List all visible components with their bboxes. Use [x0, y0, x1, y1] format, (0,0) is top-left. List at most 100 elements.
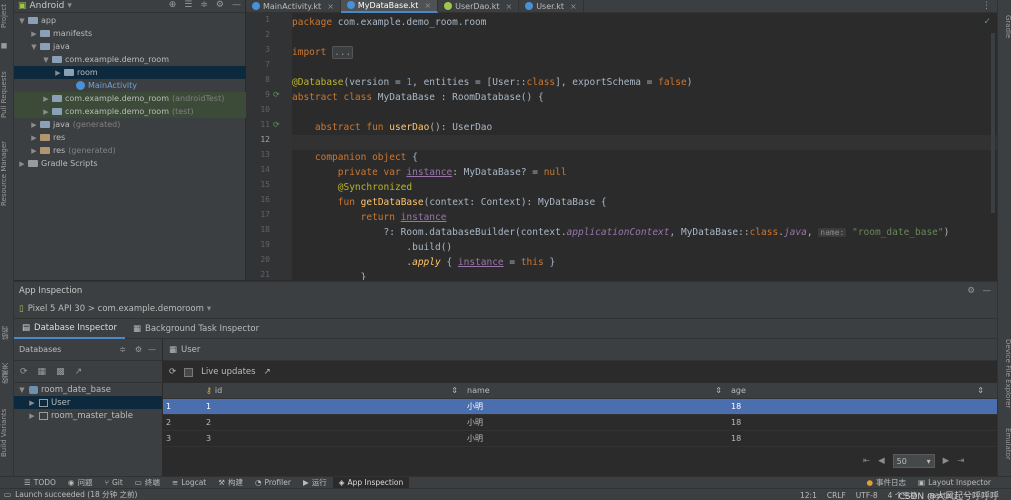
- tool-event-log[interactable]: ● 事件日志: [860, 477, 912, 489]
- minimize-icon[interactable]: —: [232, 0, 241, 13]
- table-row[interactable]: 2 2 小明 18: [163, 415, 997, 431]
- tab-mydatabase[interactable]: MyDataBase.kt ×: [340, 0, 439, 13]
- tool-terminal[interactable]: ▭ 终端: [129, 477, 166, 489]
- gear-icon[interactable]: ⚙: [967, 286, 975, 296]
- locate-icon[interactable]: ⊕: [169, 0, 177, 13]
- table-cell[interactable]: 18: [728, 402, 990, 411]
- tree-item[interactable]: ▶ com.example.demo_room (test): [14, 105, 246, 118]
- column-header-name[interactable]: name ⇕: [464, 386, 728, 395]
- tree-item[interactable]: ▶ com.example.demo_room (androidTest): [14, 92, 246, 105]
- chevron-right-icon[interactable]: ▶: [18, 160, 26, 168]
- close-icon[interactable]: ×: [506, 2, 513, 11]
- tab-mainactivity[interactable]: MainActivity.kt ×: [246, 0, 341, 13]
- close-icon[interactable]: ×: [327, 2, 334, 11]
- table-cell[interactable]: 2: [203, 418, 464, 427]
- refresh-icon[interactable]: ⟳: [169, 367, 176, 377]
- first-page-icon[interactable]: ⇤: [863, 456, 870, 466]
- tree-item[interactable]: ▼ com.example.demo_room: [14, 53, 246, 66]
- tree-item[interactable]: ▶ Gradle Scripts: [14, 157, 246, 170]
- process-selector[interactable]: Pixel 5 API 30 > com.example.demoroom: [28, 304, 204, 314]
- chevron-down-icon[interactable]: ▾: [67, 1, 72, 11]
- favorites-tool-tab[interactable]: 收藏夹: [0, 360, 14, 388]
- export-icon[interactable]: ↗: [75, 367, 83, 377]
- tab-database-inspector[interactable]: ▤ Database Inspector: [14, 319, 125, 339]
- chevron-right-icon[interactable]: ▶: [42, 95, 50, 103]
- project-view-selector[interactable]: Android: [30, 1, 65, 11]
- tool-logcat[interactable]: ≡ Logcat: [166, 477, 212, 489]
- last-page-icon[interactable]: ⇥: [957, 456, 964, 466]
- chevron-down-icon[interactable]: ▼: [18, 17, 26, 25]
- open-table-icon[interactable]: ▦: [38, 367, 47, 377]
- run-query-icon[interactable]: ▩: [56, 367, 65, 377]
- chevron-right-icon[interactable]: ▶: [54, 69, 62, 77]
- chevron-down-icon[interactable]: ▼: [42, 56, 50, 64]
- device-file-explorer-tool-tab[interactable]: Device File Explorer: [998, 335, 1011, 413]
- page-size-select[interactable]: 50 ▾: [892, 454, 935, 468]
- tool-todo[interactable]: ☰ TODO: [18, 477, 62, 489]
- tool-build[interactable]: ⚒ 构建: [212, 477, 249, 489]
- tab-list-icon[interactable]: ⋮: [982, 1, 991, 11]
- close-icon[interactable]: ×: [424, 1, 431, 10]
- tool-git[interactable]: ⑂ Git: [98, 477, 128, 489]
- tree-item[interactable]: MainActivity: [14, 79, 246, 92]
- run-gutter-icon[interactable]: ⟳: [273, 90, 280, 99]
- build-variants-tool-tab[interactable]: Build Variants: [0, 405, 14, 460]
- table-cell[interactable]: 小明: [464, 433, 728, 444]
- gear-icon[interactable]: ⚙: [216, 0, 224, 13]
- minimize-icon[interactable]: —: [983, 286, 992, 296]
- line-separator[interactable]: CRLF: [827, 491, 846, 500]
- tab-userdao[interactable]: UserDao.kt ×: [438, 0, 520, 13]
- tab-user[interactable]: User.kt ×: [519, 0, 584, 13]
- table-cell[interactable]: 3: [203, 434, 464, 443]
- tab-background-task-inspector[interactable]: ▦ Background Task Inspector: [125, 319, 267, 339]
- sort-icon[interactable]: ⇕: [715, 386, 722, 395]
- pull-requests-tool-tab[interactable]: Pull Requests: [0, 70, 14, 120]
- db-tree-table-room-master[interactable]: ▶ room_master_table: [14, 409, 162, 422]
- tree-item[interactable]: ▶ java (generated): [14, 118, 246, 131]
- table-cell[interactable]: 小明: [464, 401, 728, 412]
- db-tree-table-user[interactable]: ▶ User: [14, 396, 162, 409]
- structure-tool-tab-top[interactable]: ■: [0, 36, 14, 56]
- sort-icon[interactable]: ⇕: [451, 386, 458, 395]
- tree-item[interactable]: ▶ res: [14, 131, 246, 144]
- table-cell[interactable]: 18: [728, 418, 990, 427]
- chevron-down-icon[interactable]: ▾: [207, 304, 211, 314]
- implement-gutter-icon[interactable]: ⟳: [273, 120, 280, 129]
- table-row[interactable]: 1 1 小明 18: [163, 399, 997, 415]
- chevron-right-icon[interactable]: ▶: [30, 121, 38, 129]
- tool-profiler[interactable]: ◔ Profiler: [249, 477, 297, 489]
- gear-icon[interactable]: ⚙: [135, 345, 142, 354]
- tree-item[interactable]: ▶ room: [14, 66, 246, 79]
- tree-item[interactable]: ▶ manifests: [14, 27, 246, 40]
- file-encoding[interactable]: UTF-8: [856, 491, 878, 500]
- expand-all-icon[interactable]: ≑: [200, 0, 208, 13]
- live-updates-checkbox[interactable]: [184, 367, 194, 377]
- collapse-icon[interactable]: ≑: [119, 345, 126, 354]
- chevron-right-icon[interactable]: ▶: [30, 134, 38, 142]
- table-cell[interactable]: 1: [203, 402, 464, 411]
- emulator-tool-tab[interactable]: Emulator: [998, 422, 1011, 466]
- code-editor[interactable]: package com.example.demo_room.room impor…: [292, 13, 997, 280]
- tool-problems[interactable]: ◉ 问题: [62, 477, 99, 489]
- chevron-right-icon[interactable]: ▶: [42, 108, 50, 116]
- project-tool-tab[interactable]: Project: [0, 2, 14, 30]
- minimize-icon[interactable]: —: [148, 345, 156, 354]
- chevron-right-icon[interactable]: ▶: [28, 399, 36, 407]
- prev-page-icon[interactable]: ◀: [878, 456, 885, 466]
- table-row[interactable]: 3 3 小明 18: [163, 431, 997, 447]
- export-icon[interactable]: ↗: [264, 367, 271, 377]
- tree-item[interactable]: ▼ java: [14, 40, 246, 53]
- close-icon[interactable]: ×: [570, 2, 577, 11]
- tool-layout-inspector[interactable]: ▣ Layout Inspector: [912, 477, 997, 489]
- resource-manager-tool-tab[interactable]: Resource Manager: [0, 140, 14, 206]
- tool-app-inspection[interactable]: ◈ App Inspection: [332, 476, 410, 489]
- tree-item[interactable]: ▼ app: [14, 14, 246, 27]
- column-header-age[interactable]: age ⇕: [728, 386, 990, 395]
- sort-icon[interactable]: ⇕: [977, 386, 984, 395]
- chevron-right-icon[interactable]: ▶: [30, 147, 38, 155]
- chevron-down-icon[interactable]: ▼: [18, 386, 26, 394]
- tool-run[interactable]: ▶ 运行: [297, 477, 333, 489]
- tab-user-table[interactable]: User: [181, 345, 200, 355]
- db-tree-database[interactable]: ▼ room_date_base: [14, 383, 162, 396]
- cursor-position[interactable]: 12:1: [800, 491, 817, 500]
